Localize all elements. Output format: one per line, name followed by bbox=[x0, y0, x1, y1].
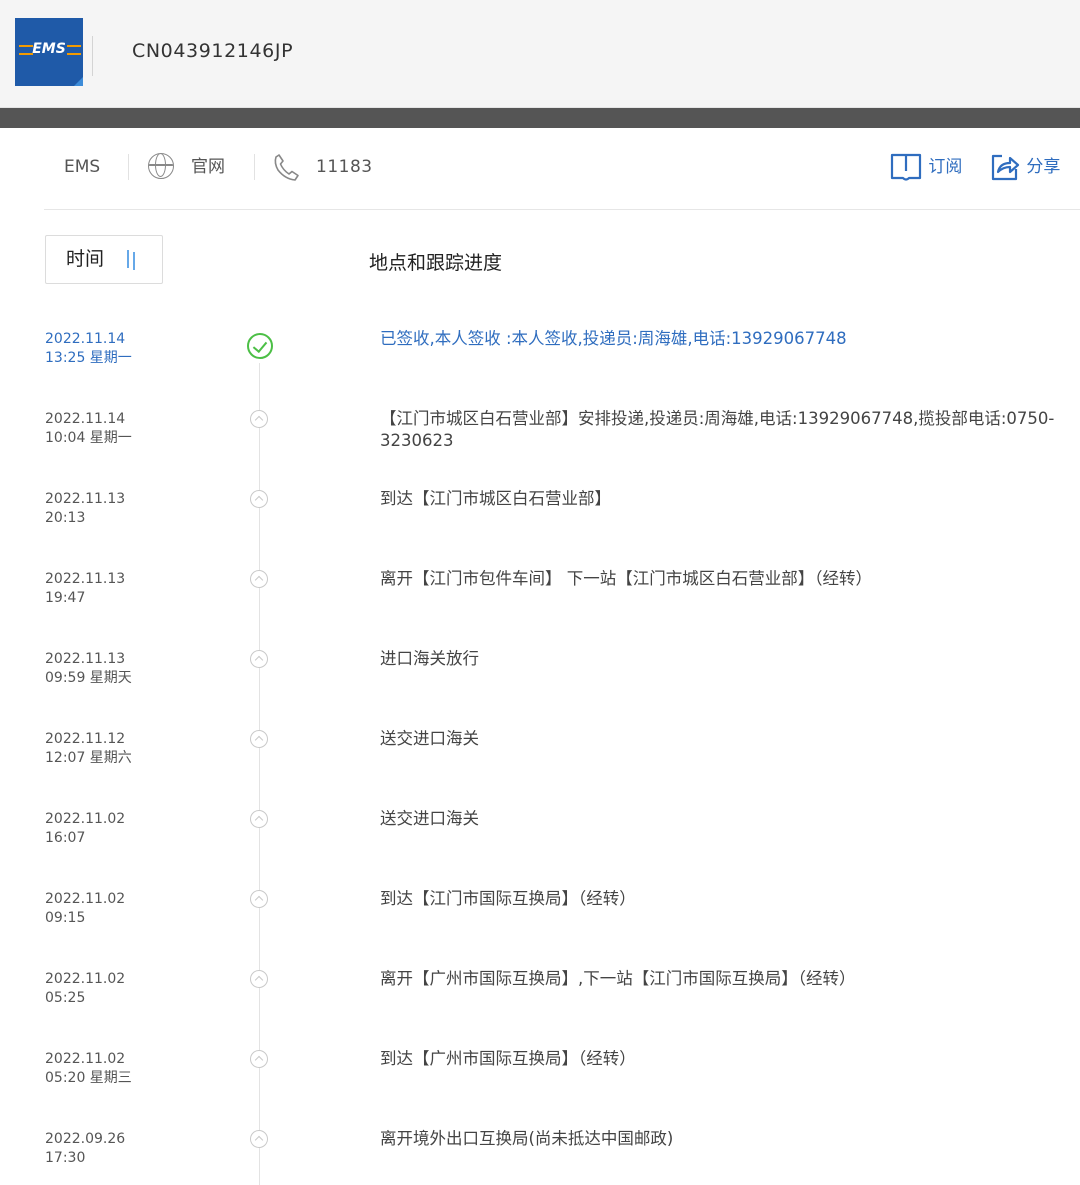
event-datetime: 2022.09.26 17:30 bbox=[45, 1130, 125, 1168]
tracking-number: CN043912146JP bbox=[132, 40, 294, 62]
toolbar-separator bbox=[128, 154, 129, 180]
event-time: 05:20 星期三 bbox=[45, 1070, 132, 1086]
event-description: 送交进口海关 bbox=[380, 729, 479, 748]
timeline-event: 2022.11.02 16:07 送交进口海关 bbox=[0, 803, 1080, 883]
logo-wing-right bbox=[67, 45, 81, 55]
event-datetime: 2022.11.14 10:04 星期一 bbox=[45, 410, 132, 448]
event-datetime: 2022.11.12 12:07 星期六 bbox=[45, 730, 132, 768]
event-datetime: 2022.11.02 09:15 bbox=[45, 890, 125, 928]
share-icon bbox=[991, 154, 1020, 181]
event-time: 10:04 星期一 bbox=[45, 430, 132, 446]
chevron-up-circle-icon bbox=[250, 650, 268, 668]
chevron-up-circle-icon bbox=[250, 890, 268, 908]
event-date: 2022.11.02 bbox=[45, 891, 126, 907]
event-date: 2022.11.02 bbox=[45, 1051, 126, 1067]
timeline-event: 2022.11.02 05:20 星期三 到达【广州市国际互换局】（经转） bbox=[0, 1043, 1080, 1123]
timeline-event: 2022.11.14 10:04 星期一 【江门市城区白石营业部】安排投递,投递员:… bbox=[0, 403, 1080, 483]
timeline-event: 2022.11.13 09:59 星期天 进口海关放行 bbox=[0, 643, 1080, 723]
event-datetime: 2022.11.14 13:25 星期一 bbox=[45, 330, 132, 368]
event-date: 2022.11.14 bbox=[45, 411, 126, 427]
phone-number: 11183 bbox=[316, 157, 373, 177]
chevron-up-circle-icon bbox=[250, 730, 268, 748]
check-circle-icon bbox=[247, 333, 273, 359]
event-description: 送交进口海关 bbox=[380, 809, 479, 828]
timeline-event: 2022.09.26 17:30 离开境外出口互换局(尚未抵达中国邮政) bbox=[0, 1123, 1080, 1185]
carrier-name: EMS bbox=[64, 157, 101, 177]
top-bar: EMS CN043912146JP bbox=[0, 0, 1080, 108]
website-link[interactable]: 官网 bbox=[191, 154, 225, 180]
chevron-up-circle-icon bbox=[250, 570, 268, 588]
event-description: 【江门市城区白石营业部】安排投递,投递员:周海雄,电话:13929067748,… bbox=[380, 409, 1055, 450]
sort-arrows-icon bbox=[123, 250, 141, 270]
event-date: 2022.11.12 bbox=[45, 731, 126, 747]
subscribe-label: 订阅 bbox=[928, 157, 963, 177]
event-date: 2022.11.14 bbox=[45, 331, 126, 347]
event-time: 16:07 bbox=[45, 830, 86, 846]
event-datetime: 2022.11.13 19:47 bbox=[45, 570, 125, 608]
event-date: 2022.11.02 bbox=[45, 811, 126, 827]
event-description: 到达【广州市国际互换局】（经转） bbox=[380, 1049, 636, 1068]
event-description: 到达【江门市城区白石营业部】 bbox=[380, 489, 611, 508]
event-time: 09:59 星期天 bbox=[45, 670, 132, 686]
timeline-event: 2022.11.02 05:25 离开【广州市国际互换局】,下一站【江门市国际互换局… bbox=[0, 963, 1080, 1043]
chevron-up-circle-icon bbox=[250, 810, 268, 828]
phone-icon bbox=[274, 154, 299, 181]
header-shadow-band bbox=[0, 108, 1080, 128]
timeline-event: 2022.11.02 09:15 到达【江门市国际互换局】（经转） bbox=[0, 883, 1080, 963]
tracking-page: EMS CN043912146JP EMS 官网 11183 订阅 分享 时间 … bbox=[0, 0, 1080, 1185]
timeline-event: 2022.11.13 20:13 到达【江门市城区白石营业部】 bbox=[0, 483, 1080, 563]
subscribe-button[interactable]: 订阅 bbox=[889, 150, 962, 184]
tracking-card: EMS 官网 11183 订阅 分享 时间 地点和跟踪进度 2022.11.14… bbox=[0, 128, 1080, 1185]
timeline-event: 2022.11.12 12:07 星期六 送交进口海关 bbox=[0, 723, 1080, 803]
event-time: 12:07 星期六 bbox=[45, 750, 132, 766]
topbar-divider bbox=[92, 36, 93, 76]
share-button[interactable]: 分享 bbox=[989, 150, 1060, 184]
chevron-up-circle-icon bbox=[250, 970, 268, 988]
event-time: 19:47 bbox=[45, 590, 86, 606]
progress-column-header: 地点和跟踪进度 bbox=[369, 252, 503, 274]
event-date: 2022.09.26 bbox=[45, 1131, 126, 1147]
event-time: 09:15 bbox=[45, 910, 86, 926]
timeline-event: 2022.11.14 13:25 星期一 已签收,本人签收 :本人签收,投递员:周海… bbox=[0, 323, 1080, 403]
event-description: 离开【江门市包件车间】 下一站【江门市城区白石营业部】（经转） bbox=[380, 569, 872, 588]
book-icon bbox=[890, 153, 922, 181]
event-description: 进口海关放行 bbox=[380, 649, 479, 668]
event-description: 离开境外出口互换局(尚未抵达中国邮政) bbox=[380, 1129, 674, 1148]
toolbar-separator bbox=[254, 154, 255, 180]
ems-logo[interactable]: EMS bbox=[15, 18, 83, 86]
carrier-toolbar: EMS 官网 11183 订阅 分享 bbox=[44, 128, 1080, 210]
event-description: 已签收,本人签收 :本人签收,投递员:周海雄,电话:13929067748 bbox=[380, 329, 847, 348]
logo-corner-triangle bbox=[74, 77, 83, 86]
time-sort-button[interactable]: 时间 bbox=[45, 235, 163, 284]
event-datetime: 2022.11.13 20:13 bbox=[45, 490, 125, 528]
event-date: 2022.11.13 bbox=[45, 571, 126, 587]
event-time: 05:25 bbox=[45, 990, 86, 1006]
event-datetime: 2022.11.02 16:07 bbox=[45, 810, 125, 848]
event-description: 离开【广州市国际互换局】,下一站【江门市国际互换局】（经转） bbox=[380, 969, 856, 988]
chevron-up-circle-icon bbox=[250, 410, 268, 428]
event-datetime: 2022.11.02 05:25 bbox=[45, 970, 125, 1008]
chevron-up-circle-icon bbox=[250, 1050, 268, 1068]
share-label: 分享 bbox=[1026, 157, 1061, 177]
timeline-event: 2022.11.13 19:47 离开【江门市包件车间】 下一站【江门市城区白石营业… bbox=[0, 563, 1080, 643]
event-date: 2022.11.13 bbox=[45, 491, 126, 507]
chevron-up-circle-icon bbox=[250, 1130, 268, 1148]
event-date: 2022.11.13 bbox=[45, 651, 126, 667]
event-time: 13:25 星期一 bbox=[45, 350, 132, 366]
event-time: 20:13 bbox=[45, 510, 86, 526]
event-datetime: 2022.11.02 05:20 星期三 bbox=[45, 1050, 132, 1088]
event-datetime: 2022.11.13 09:59 星期天 bbox=[45, 650, 132, 688]
event-date: 2022.11.02 bbox=[45, 971, 126, 987]
globe-icon[interactable] bbox=[148, 153, 174, 179]
tracking-timeline: 2022.11.14 13:25 星期一 已签收,本人签收 :本人签收,投递员:周海… bbox=[0, 323, 1080, 1185]
chevron-up-circle-icon bbox=[250, 490, 268, 508]
time-sort-label: 时间 bbox=[66, 248, 105, 270]
event-time: 17:30 bbox=[45, 1150, 86, 1166]
event-description: 到达【江门市国际互换局】（经转） bbox=[380, 889, 636, 908]
